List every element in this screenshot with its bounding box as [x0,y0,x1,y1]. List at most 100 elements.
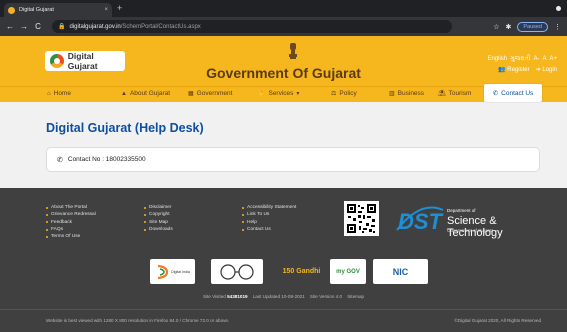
footer-bottom-bar: Website is best viewed with 1280 X 800 r… [0,309,567,332]
menu-item-business[interactable]: ▥ Business [389,90,424,97]
gandhi-150-logo[interactable]: 150 Gandhi [279,259,324,284]
window-control-icon[interactable] [556,6,561,11]
footer-link-label: Site Map [149,219,168,225]
menu-item-label: Tourism [448,90,472,97]
lang-gujarati-link[interactable]: ગુજરાતી [510,56,530,63]
toolbar-actions: ☆ ✱ Paused ⋮ [493,20,561,33]
partner-logos: Digital India 150 Gandhi my GOV NIC [0,257,567,287]
back-button[interactable]: ← [6,22,14,31]
best-view-note: Website is best viewed with 1280 X 800 r… [46,318,230,323]
footer-link[interactable]: FAQs [46,226,96,233]
bell-icon: ▲ [121,90,127,97]
extensions-icon[interactable]: ✱ [505,23,511,31]
lang-english-link[interactable]: English [487,56,507,63]
footer-link-label: Accessibility Statement [247,205,297,210]
profile-paused-button[interactable]: Paused [517,21,548,32]
footer-link[interactable]: Disclaimer [144,204,173,211]
menu-kebab-icon[interactable]: ⋮ [554,23,561,31]
register-label: Register [507,67,530,73]
main-menu: ⌂ Home ▲ About Gujarat ▦ Government ✋ Se… [0,86,567,102]
footer-link-label: Disclaimer [149,205,172,210]
national-emblem-icon [289,43,297,59]
nic-logo[interactable]: NIC [373,259,428,284]
font-large-button[interactable]: A+ [549,56,557,63]
forward-button[interactable]: → [20,22,28,31]
menu-item-tourism[interactable]: ⛱ Tourism [438,90,471,97]
menu-item-home[interactable]: ⌂ Home [47,90,71,97]
menu-item-label: Home [53,90,71,97]
bullet-icon [242,213,244,216]
footer-link[interactable]: Help [242,219,296,226]
register-link[interactable]: 👥 Register [498,66,530,73]
mygov-logo[interactable]: my GOV [330,259,366,284]
site-visited-count: 54381019 [227,294,248,299]
contact-us-button[interactable]: ✆ Contact Us [484,84,542,102]
footer-link-label: Help [247,219,257,225]
footer-link-label: Link To Us [247,212,270,218]
footer-link-label: Contact Us [247,226,271,232]
contact-card: ✆ Contact No : 18002335500 [46,147,540,172]
digital-india-icon [157,264,169,279]
menu-item-government[interactable]: ▦ Government [188,90,232,97]
menu-item-services[interactable]: ✋ Services ▾ [258,90,299,97]
lock-icon[interactable]: 🔒 [58,23,65,30]
last-updated: Last Updated 10-08-2021 [252,294,305,299]
footer-link[interactable]: Accessibility Statement [242,204,296,211]
close-tab-icon[interactable]: × [104,7,108,13]
bullet-icon [242,221,244,224]
bullet-icon [46,235,48,238]
help-desk-title: Digital Gujarat (Help Desk) [46,121,204,135]
swachh-bharat-logo[interactable] [211,259,263,284]
footer-link[interactable]: Contact Us [242,226,296,233]
address-bar[interactable]: 🔒 digitalgujarat.gov.in /SchemPortal/Con… [52,20,452,33]
phone-icon: ✆ [57,156,63,164]
menu-item-about-gujarat[interactable]: ▲ About Gujarat [121,90,170,97]
auth-links: 👥 Register ➜ Login [498,66,557,73]
menu-item-label: About Gujarat [129,90,171,97]
dst-subtitle: Government of Gujarat [447,228,493,233]
tab-title: Digital Gujarat [19,7,54,13]
menu-item-label: Services [268,90,294,97]
login-link[interactable]: ➜ Login [536,66,557,73]
bullet-icon [46,213,48,216]
footer-link[interactable]: About The Portal [46,204,96,211]
footer-link[interactable]: Grievance Redressal [46,211,96,218]
chart-icon: ▥ [389,91,395,97]
digital-india-logo[interactable]: Digital India [150,259,195,284]
site-header: Digital Gujarat Government Of Gujarat En… [0,36,567,86]
footer-link[interactable]: Copyright [144,211,173,218]
favicon-icon [8,6,15,14]
balance-icon: ⚖ [331,91,337,97]
footer-link[interactable]: Terms Of Use [46,233,96,240]
footer-link-label: Feedback [51,219,73,225]
phone-icon: ✆ [492,90,499,97]
partner-label: 150 Gandhi [282,268,321,275]
chevron-down-icon: ▾ [296,91,300,97]
bullet-icon [46,221,48,224]
new-tab-button[interactable]: + [117,4,122,13]
menu-item-policy[interactable]: ⚖ Policy [331,90,357,97]
url-host: digitalgujarat.gov.in [69,23,121,30]
dst-logo[interactable]: DST Department of Science & Technology G… [395,206,545,239]
footer-link[interactable]: Link To Us [242,211,296,218]
font-small-button[interactable]: A- [533,56,539,63]
bullet-icon [144,221,146,224]
browser-tab[interactable]: Digital Gujarat × [4,3,112,17]
footer-link[interactable]: Downloads [144,226,173,233]
footer-link[interactable]: Feedback [46,219,96,226]
menu-item-label: Business [397,90,425,97]
page-title-government: Government Of Gujarat [206,65,361,81]
bullet-icon [46,206,48,209]
language-switcher: English ગુજરાતી A- A A+ [487,56,557,63]
partner-label: my GOV [336,268,360,275]
footer-link[interactable]: Site Map [144,219,173,226]
bullet-icon [144,206,146,209]
reload-button[interactable]: C [34,22,42,31]
footer-link-label: Copyright [149,212,170,218]
browser-toolbar: ← → C 🔒 digitalgujarat.gov.in /SchemPort… [0,17,567,36]
sitemap-link[interactable]: Sitemap [347,294,364,299]
star-icon[interactable]: ☆ [493,23,499,31]
menu-item-label: Government [196,90,233,97]
font-normal-button[interactable]: A [542,56,546,63]
footer-links-col2: Disclaimer Copyright Site Map Downloads [144,204,173,233]
